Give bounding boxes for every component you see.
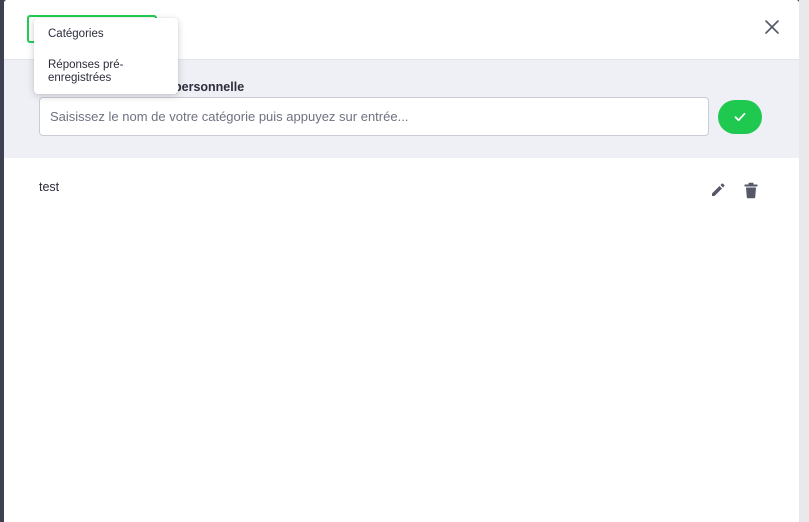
pencil-icon (712, 183, 725, 196)
page-scroll-strip (799, 0, 809, 522)
category-name-input[interactable] (39, 97, 709, 136)
category-name: test (39, 180, 60, 194)
delete-button[interactable] (743, 182, 759, 199)
close-icon (765, 20, 779, 34)
edit-button[interactable] (710, 182, 726, 198)
category-row: test (4, 168, 799, 212)
trash-icon (744, 182, 758, 199)
tab-dropdown-menu: Catégories Réponses pré-enregistrées (34, 18, 178, 94)
confirm-button[interactable] (718, 100, 762, 134)
section-label: personnelle (174, 80, 245, 94)
check-icon (734, 112, 746, 122)
category-modal: personnelle test Catégories Réponses pré… (4, 0, 799, 522)
close-button[interactable] (762, 17, 782, 37)
menu-item-saved-replies[interactable]: Réponses pré-enregistrées (48, 59, 168, 85)
menu-item-categories[interactable]: Catégories (48, 28, 168, 41)
